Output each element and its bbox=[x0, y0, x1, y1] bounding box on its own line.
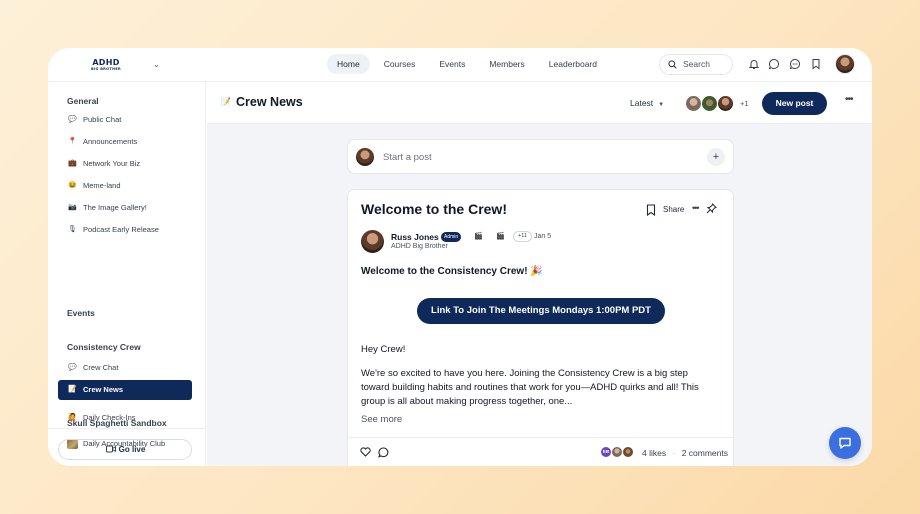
meeting-link-button[interactable]: Link To Join The Meetings Mondays 1:00PM… bbox=[417, 298, 665, 324]
heart-icon[interactable] bbox=[360, 447, 371, 457]
go-live-button[interactable]: Go live bbox=[58, 439, 192, 460]
post-title[interactable]: Welcome to the Crew! bbox=[361, 201, 507, 217]
logo-subtext: BIG BROTHER bbox=[90, 67, 122, 71]
messages-icon[interactable] bbox=[789, 58, 801, 70]
video-camera-icon bbox=[106, 445, 116, 453]
sidebar-item-announcements[interactable]: 📍 Announcements bbox=[58, 132, 192, 152]
achievement-badge-icon: 🎬 bbox=[496, 233, 505, 240]
raised-hand-icon: 🙋 bbox=[68, 414, 77, 421]
sidebar-footer: Go live bbox=[48, 428, 206, 466]
community-logo[interactable]: ADHD BIG BROTHER bbox=[88, 58, 124, 72]
chat-bubble-icon[interactable] bbox=[768, 58, 780, 70]
nav-leaderboard[interactable]: Leaderboard bbox=[539, 54, 607, 74]
sidebar-section-events-label[interactable]: Events bbox=[67, 308, 95, 318]
nav-home[interactable]: Home bbox=[327, 54, 370, 74]
reactor-avatar bbox=[622, 446, 634, 458]
chevron-down-icon[interactable]: ⌄ bbox=[153, 60, 160, 69]
sidebar-item-label: Public Chat bbox=[83, 115, 122, 124]
sidebar-item-image-gallery[interactable]: 📷 The Image Gallery! bbox=[58, 198, 192, 218]
sidebar-item-meme-land[interactable]: 😆 Meme-land bbox=[58, 176, 192, 196]
comments-count[interactable]: 2 comments bbox=[682, 448, 728, 458]
likes-count[interactable]: 4 likes bbox=[642, 448, 666, 458]
chat-bubble-icon bbox=[839, 437, 851, 449]
stats-separator: · bbox=[672, 448, 676, 458]
post-body-line: toward building habits and routines that… bbox=[361, 382, 699, 393]
composer-placeholder[interactable]: Start a post bbox=[383, 152, 432, 163]
briefcase-icon: 💼 bbox=[68, 160, 77, 167]
bookmark-icon[interactable] bbox=[810, 58, 822, 70]
sidebar-item-label: Crew Chat bbox=[83, 363, 119, 372]
laughing-face-icon: 😆 bbox=[68, 182, 77, 189]
see-more-link[interactable]: See more bbox=[361, 414, 402, 425]
feed: Start a post + Welcome to the Crew! Shar… bbox=[207, 82, 872, 466]
achievement-badge-icon: 🎬 bbox=[474, 233, 483, 240]
post-footer: EB 4 likes · 2 comments bbox=[348, 437, 733, 466]
sidebar-item-podcast-early-release[interactable]: 🎙 Podcast Early Release bbox=[58, 220, 192, 240]
nav-members[interactable]: Members bbox=[479, 54, 534, 74]
add-icon[interactable]: + bbox=[707, 148, 725, 166]
badges-more-count[interactable]: +11 bbox=[513, 231, 532, 242]
author-name[interactable]: Russ Jones bbox=[391, 232, 439, 242]
author-avatar[interactable] bbox=[361, 230, 384, 253]
main-nav: Home Courses Events Members Leaderboard bbox=[327, 54, 611, 74]
pin-icon: 📍 bbox=[68, 138, 77, 145]
search-button[interactable]: Search bbox=[659, 54, 733, 75]
more-options-icon[interactable]: ••• bbox=[692, 203, 700, 213]
search-icon bbox=[668, 60, 677, 69]
sidebar-item-label: Crew News bbox=[83, 385, 124, 394]
chat-widget-button[interactable] bbox=[829, 427, 861, 459]
camera-icon: 📷 bbox=[68, 204, 77, 211]
speech-bubble-icon: 💬 bbox=[68, 116, 77, 123]
microphone-icon: 🎙 bbox=[68, 226, 77, 233]
post-body-line: We're so excited to have you here. Joini… bbox=[361, 368, 688, 379]
post-date: Jan 5 bbox=[534, 233, 552, 240]
post-greeting: Hey Crew! bbox=[361, 344, 406, 355]
speech-bubble-icon: 💬 bbox=[68, 364, 77, 371]
search-label: Search bbox=[683, 59, 710, 69]
top-navigation-bar: ADHD BIG BROTHER ⌄ Home Courses Events M… bbox=[48, 48, 872, 82]
sidebar-item-label: The Image Gallery! bbox=[83, 203, 147, 212]
nav-events[interactable]: Events bbox=[429, 54, 475, 74]
sidebar-item-label: Podcast Early Release bbox=[83, 225, 159, 234]
sidebar-item-network-your-biz[interactable]: 💼 Network Your Biz bbox=[58, 154, 192, 174]
post-body-line: group is all about making progress toget… bbox=[361, 396, 573, 407]
sidebar-item-label: Meme-land bbox=[83, 181, 121, 190]
comment-icon[interactable] bbox=[378, 447, 389, 458]
sidebar-section-general: General bbox=[67, 96, 99, 106]
bookmark-icon[interactable] bbox=[646, 204, 656, 216]
go-live-label: Go live bbox=[118, 445, 146, 454]
memo-icon: 📝 bbox=[68, 386, 77, 393]
bell-icon[interactable] bbox=[748, 58, 760, 70]
logo-text: ADHD bbox=[92, 58, 120, 67]
sidebar-item-daily-check-ins[interactable]: 🙋 Daily Check-Ins bbox=[58, 408, 192, 428]
sidebar-item-label: Announcements bbox=[83, 137, 138, 146]
post-subheading: Welcome to the Consistency Crew! 🎉 bbox=[361, 266, 543, 277]
post-composer[interactable]: Start a post + bbox=[347, 139, 734, 174]
pin-icon[interactable] bbox=[706, 203, 717, 214]
admin-badge: Admin bbox=[441, 232, 462, 242]
nav-courses[interactable]: Courses bbox=[374, 54, 426, 74]
share-button[interactable]: Share bbox=[663, 205, 684, 214]
sidebar-item-label: Daily Check-Ins bbox=[83, 413, 136, 422]
user-avatar bbox=[356, 148, 374, 166]
post-stats: 4 likes · 2 comments bbox=[642, 448, 728, 458]
author-subtitle: ADHD Big Brother bbox=[391, 243, 448, 250]
sidebar-item-label: Network Your Biz bbox=[83, 159, 141, 168]
post-card: Welcome to the Crew! Share ••• Russ Jone… bbox=[347, 189, 734, 466]
sidebar-item-crew-news[interactable]: 📝 Crew News bbox=[58, 380, 192, 400]
user-avatar[interactable] bbox=[835, 54, 855, 74]
sidebar-item-crew-chat[interactable]: 💬 Crew Chat bbox=[58, 358, 192, 378]
sidebar-item-public-chat[interactable]: 💬 Public Chat bbox=[58, 110, 192, 130]
sidebar-section-consistency-crew: Consistency Crew bbox=[67, 342, 141, 352]
